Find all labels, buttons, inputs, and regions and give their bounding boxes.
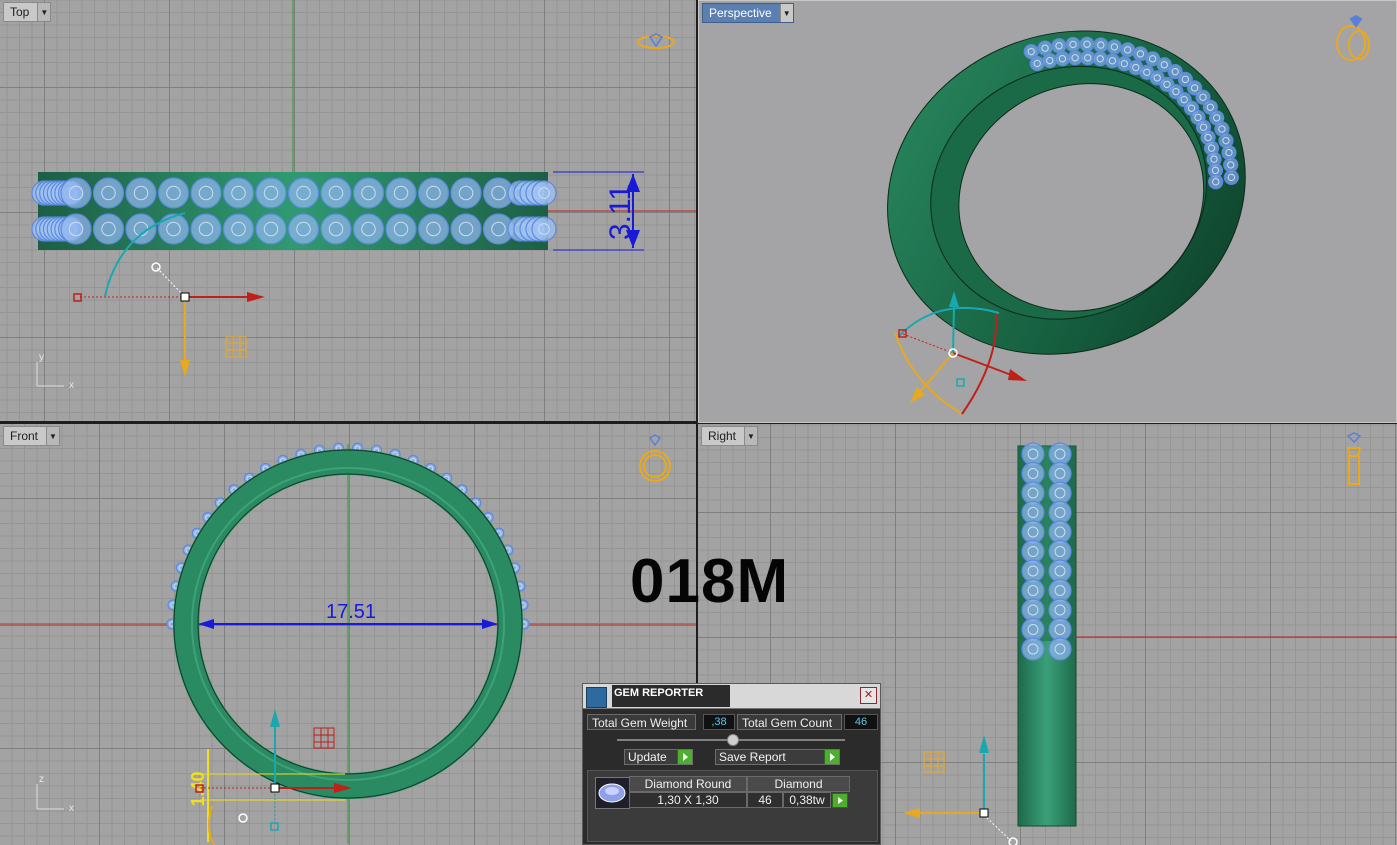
save-report-button-label: Save Report <box>719 750 786 764</box>
gem <box>60 213 92 245</box>
ring-icon <box>1346 432 1362 485</box>
viewport-top[interactable]: Top ▼ 3.11 y x <box>0 0 696 421</box>
gem <box>1048 500 1072 525</box>
transform-gizmo[interactable] <box>903 735 1018 845</box>
gem-reporter-panel[interactable]: GEM REPORTER ✕ Total Gem Weight ,38 Tota… <box>582 683 881 845</box>
gem-size-cell: 1,30 X 1,30 <box>629 792 747 808</box>
gem-reporter-icon <box>586 687 607 708</box>
gem <box>1048 520 1072 544</box>
gem <box>352 177 385 209</box>
save-report-button[interactable]: Save Report <box>715 749 840 765</box>
gem <box>352 213 385 245</box>
play-icon[interactable] <box>832 793 848 808</box>
gem <box>1048 442 1072 466</box>
svg-text:x: x <box>69 380 74 391</box>
dimension-value: 17.51 <box>326 601 376 623</box>
gem <box>222 177 255 209</box>
gem-material-header: Diamond <box>747 776 850 792</box>
dimension-value: 3.11 <box>604 184 637 240</box>
gem-weight-cell: 0,38tw <box>783 792 831 808</box>
svg-text:x: x <box>69 803 74 814</box>
ring-perspective <box>887 30 1246 355</box>
gem <box>1048 539 1072 564</box>
gem <box>1048 481 1072 505</box>
gem <box>287 177 320 209</box>
gem <box>450 213 482 245</box>
gem <box>385 213 417 245</box>
gem-reporter-titlebar[interactable]: GEM REPORTER ✕ <box>583 684 880 709</box>
gem-table: Diamond Round Diamond 1,30 X 1,30 46 0,3… <box>587 770 878 842</box>
gem <box>92 213 125 245</box>
gem <box>60 177 92 209</box>
gem-count-cell: 46 <box>747 792 783 808</box>
svg-text:z: z <box>39 774 44 785</box>
svg-text:1.40: 1.40 <box>188 771 208 806</box>
gem <box>1048 637 1072 661</box>
total-gem-weight-label: Total Gem Weight <box>587 714 696 730</box>
gem <box>1021 481 1045 505</box>
gem <box>157 177 190 209</box>
gem <box>1021 461 1045 486</box>
gem <box>320 177 352 209</box>
gem <box>450 177 482 209</box>
gem-thumbnail <box>595 777 630 809</box>
gem <box>1021 617 1045 642</box>
axis-indicator <box>36 362 64 387</box>
gem <box>190 213 222 245</box>
perspective-canvas <box>887 14 1370 415</box>
gem-reporter-title: GEM REPORTER <box>612 685 730 707</box>
gem <box>417 213 450 245</box>
viewport-perspective[interactable]: Perspective ▼ <box>698 0 1397 423</box>
gem <box>1021 598 1045 622</box>
top-view-canvas: 3.11 y x <box>31 0 696 391</box>
gem <box>1021 442 1045 466</box>
ring-icon <box>639 434 671 482</box>
gem <box>255 213 287 245</box>
gem <box>1021 520 1045 544</box>
gem <box>1021 500 1045 525</box>
ring-icon <box>637 33 675 49</box>
gem <box>222 213 255 245</box>
gem <box>1021 539 1045 564</box>
gem <box>1048 617 1072 642</box>
slider-thumb[interactable] <box>727 734 739 746</box>
close-icon[interactable]: ✕ <box>860 687 877 704</box>
gem <box>417 177 450 209</box>
gem <box>1021 559 1045 583</box>
gem <box>531 216 557 242</box>
gem <box>1048 578 1072 603</box>
gem <box>92 177 125 209</box>
update-button-label: Update <box>628 750 667 764</box>
gem <box>1048 598 1072 622</box>
gem <box>531 180 557 206</box>
gem <box>125 213 157 245</box>
play-icon <box>677 750 692 764</box>
gem <box>1021 637 1045 661</box>
gem <box>157 213 190 245</box>
gem <box>255 177 287 209</box>
gem <box>320 213 352 245</box>
model-code-label: 018M <box>630 547 790 616</box>
gem <box>287 213 320 245</box>
update-button[interactable]: Update <box>624 749 693 765</box>
gem <box>385 177 417 209</box>
total-gem-count-label: Total Gem Count <box>737 714 842 730</box>
gem <box>125 177 157 209</box>
gem-cut-header: Diamond Round <box>629 776 747 792</box>
gem <box>190 177 222 209</box>
gem <box>1048 461 1072 486</box>
ring-icon <box>1336 14 1370 61</box>
axis-indicator <box>36 784 64 810</box>
gem <box>1048 559 1072 583</box>
total-gem-weight-value: ,38 <box>703 714 735 730</box>
svg-text:y: y <box>39 352 44 363</box>
play-icon <box>824 750 839 764</box>
total-gem-count-value: 46 <box>844 714 878 730</box>
gem <box>1021 578 1045 603</box>
